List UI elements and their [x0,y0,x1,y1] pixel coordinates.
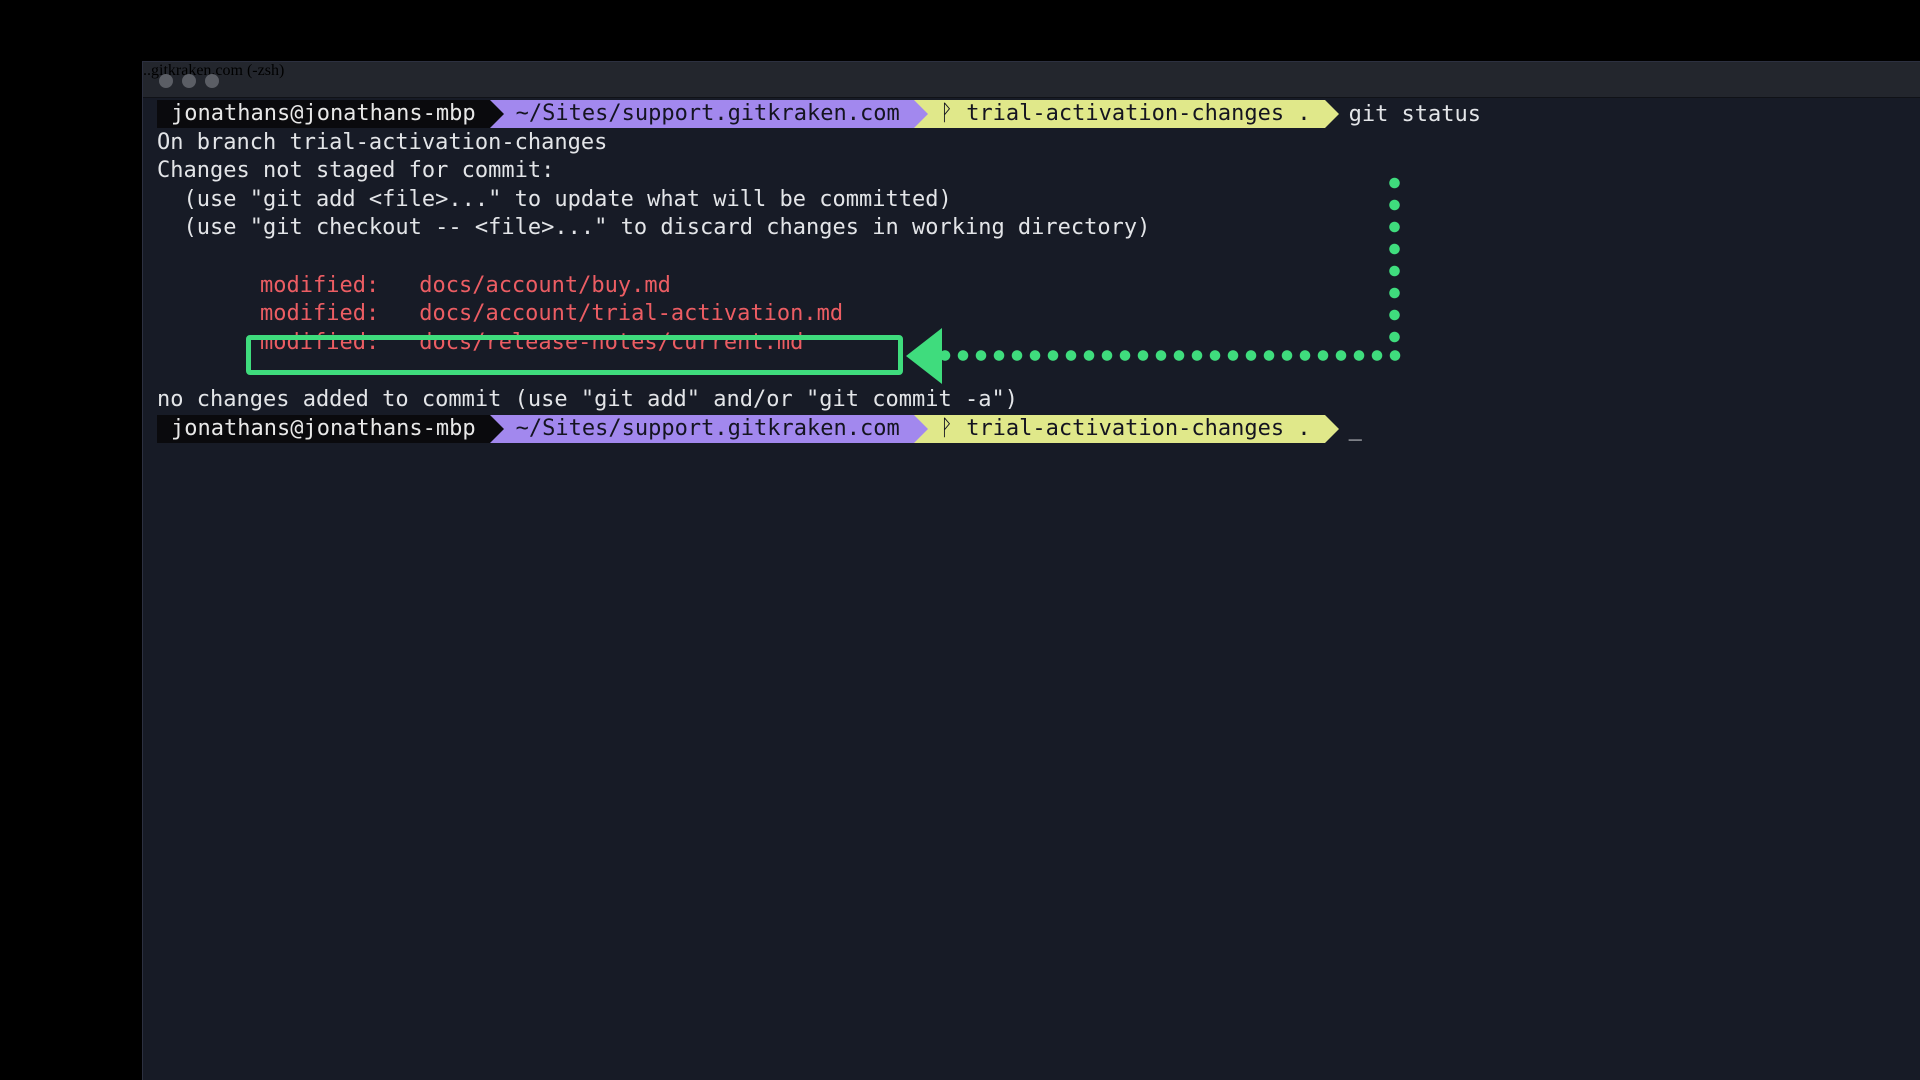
prompt-branch: ᚹ trial-activation-changes . [913,414,1339,443]
no-changes-message: no changes added to commit (use "git add… [157,386,1018,412]
typed-command: git status [1348,101,1482,127]
window-titlebar[interactable]: ..gitkraken.com (-zsh) [143,62,1920,98]
close-window-icon[interactable] [159,74,173,88]
prompt-branch: ᚹ trial-activation-changes . [913,100,1339,129]
hint-git-checkout: (use "git checkout -- <file>..." to disc… [157,215,1151,241]
prompt-line: jonathans@jonathans-mbp ~/Sites/support.… [157,414,1877,444]
hint-git-add: (use "git add <file>..." to update what … [157,186,952,212]
prompt-user: jonathans@jonathans-mbp [157,100,504,129]
modified-status: modified: [260,272,380,298]
prompt-line: jonathans@jonathans-mbp ~/Sites/support.… [157,100,1877,129]
modified-file-row: modified: docs/account/buy.md [157,272,1877,301]
terminal-output[interactable]: jonathans@jonathans-mbp ~/Sites/support.… [157,100,1877,443]
maximize-window-icon[interactable] [205,74,219,88]
highlight-box [246,335,903,375]
prompt-path: ~/Sites/support.gitkraken.com [489,414,928,443]
modified-file-row: modified: docs/account/trial-activation.m… [157,300,1877,329]
dotted-arrow-horizontal [936,349,1404,362]
branch-status-line: On branch trial-activation-changes [157,129,608,155]
window-title: ..gitkraken.com (-zsh) [143,62,285,79]
prompt-user: jonathans@jonathans-mbp [157,414,504,443]
prompt-path: ~/Sites/support.gitkraken.com [489,100,928,129]
modified-file-path: docs/account/trial-activation.md [419,301,844,327]
minimize-window-icon[interactable] [182,74,196,88]
modified-file-path: docs/account/buy.md [419,272,671,298]
terminal-window: ..gitkraken.com (-zsh) jonathans@jonatha… [142,61,1920,1080]
changes-heading: Changes not staged for commit: [157,158,555,184]
dotted-arrow-vertical [1388,172,1401,352]
modified-status: modified: [260,301,380,327]
